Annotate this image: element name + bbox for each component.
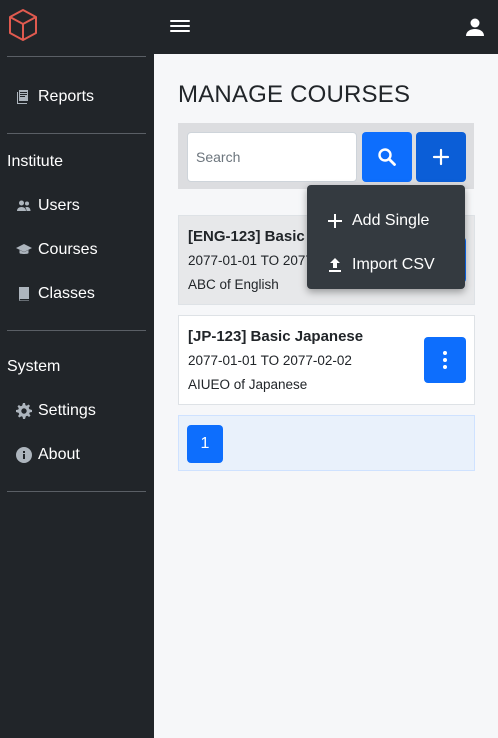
sidebar-section-heading-institute: Institute: [7, 153, 64, 170]
sidebar-item-label: About: [38, 446, 80, 463]
course-description: ABC of English: [188, 277, 279, 292]
course-options-button[interactable]: [424, 337, 466, 383]
search-icon: [378, 148, 396, 166]
add-course-button[interactable]: [416, 132, 466, 182]
pagination: 1: [178, 415, 475, 471]
reports-icon: [16, 89, 32, 105]
menu-item-label: Import CSV: [352, 256, 435, 273]
sidebar-divider: [7, 56, 146, 57]
info-icon: [16, 447, 32, 463]
users-icon: [16, 198, 32, 214]
add-dropdown-menu: Add Single Import CSV: [307, 185, 465, 289]
sidebar-item-label: Reports: [38, 88, 95, 105]
sidebar-divider: [7, 330, 146, 331]
sidebar-divider: [7, 133, 146, 134]
search-toolbar: [178, 123, 474, 189]
sidebar-item-courses[interactable]: Courses: [16, 237, 98, 263]
sidebar-item-classes[interactable]: Classes: [16, 281, 95, 307]
menu-item-label: Add Single: [352, 212, 430, 229]
sidebar: Reports Institute Users Courses Classes …: [0, 0, 154, 738]
menu-item-add-single[interactable]: Add Single: [307, 201, 465, 241]
sidebar-item-label: Courses: [38, 241, 98, 258]
sidebar-item-settings[interactable]: Settings: [16, 398, 96, 424]
sidebar-item-label: Users: [38, 197, 80, 214]
search-button[interactable]: [362, 132, 412, 182]
plus-icon: [327, 213, 343, 229]
search-input[interactable]: [187, 132, 357, 182]
sidebar-item-label: Classes: [38, 285, 95, 302]
gear-icon: [16, 403, 32, 419]
hamburger-menu-icon[interactable]: [170, 17, 190, 37]
sidebar-item-label: Settings: [38, 402, 96, 419]
book-icon: [16, 286, 32, 302]
user-icon[interactable]: [464, 16, 486, 38]
course-description: AIUEO of Japanese: [188, 377, 308, 392]
sidebar-section-heading-system: System: [7, 358, 61, 375]
menu-item-import-csv[interactable]: Import CSV: [307, 245, 465, 285]
sidebar-item-reports[interactable]: Reports: [16, 84, 94, 110]
upload-icon: [327, 257, 343, 273]
page-title: MANAGE COURSES: [178, 81, 411, 108]
top-navbar: [154, 0, 498, 54]
plus-icon: [432, 148, 450, 166]
logo-cube-icon[interactable]: [7, 8, 39, 42]
graduation-cap-icon: [16, 242, 32, 258]
course-card: [JP-123] Basic Japanese 2077-01-01 TO 20…: [178, 315, 475, 405]
sidebar-divider: [7, 491, 146, 492]
page-button[interactable]: 1: [187, 425, 223, 463]
sidebar-item-about[interactable]: About: [16, 442, 80, 468]
course-title: [JP-123] Basic Japanese: [188, 328, 364, 345]
main-content: MANAGE COURSES [ENG-123] Basic English 2…: [154, 54, 498, 738]
sidebar-item-users[interactable]: Users: [16, 193, 80, 219]
course-dates: 2077-01-01 TO 2077-02-02: [188, 353, 352, 368]
